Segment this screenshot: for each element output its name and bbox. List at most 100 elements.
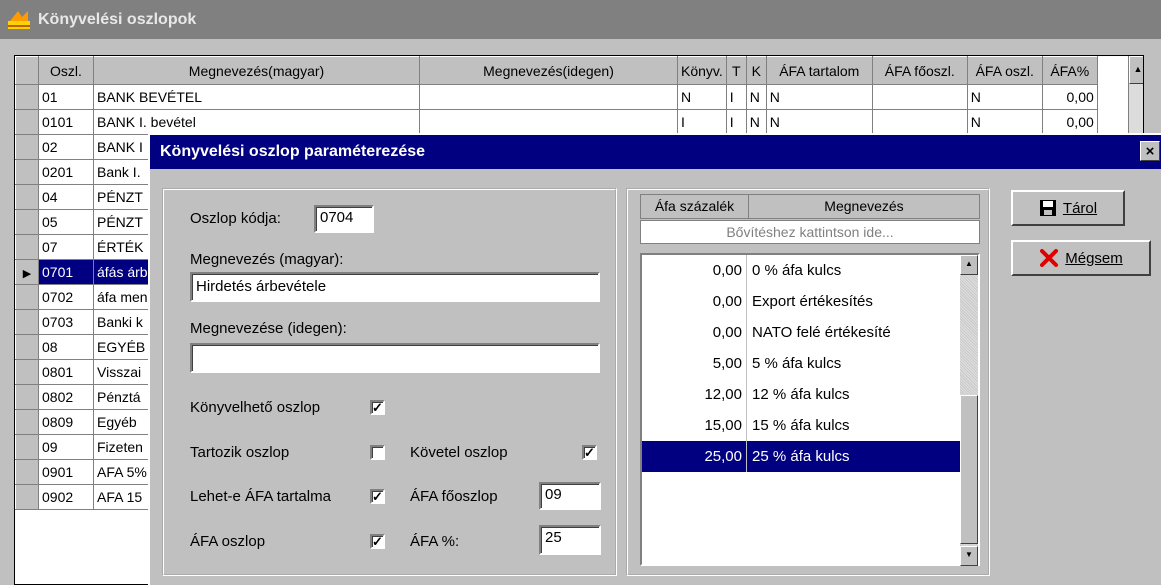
cell-code[interactable]: 0801 — [38, 359, 94, 385]
row-indicator[interactable] — [15, 234, 39, 260]
grid-header-8[interactable]: ÁFA oszl. — [966, 56, 1043, 85]
cell-code[interactable]: 05 — [38, 209, 94, 235]
cell-code[interactable]: 0101 — [38, 109, 94, 135]
row-indicator[interactable] — [15, 309, 39, 335]
row-indicator[interactable] — [15, 184, 39, 210]
cell-afa-tart[interactable]: N — [765, 84, 873, 110]
row-indicator[interactable] — [15, 209, 39, 235]
grid-header-5[interactable]: K — [745, 56, 767, 85]
tartozik-checkbox[interactable] — [370, 445, 385, 460]
megnevezes-idegen-input[interactable] — [190, 343, 600, 373]
afa-list-item[interactable]: 0,00 Export értékesítés — [642, 286, 960, 317]
cell-code[interactable]: 02 — [38, 134, 94, 160]
cell-code[interactable]: 01 — [38, 84, 94, 110]
row-indicator[interactable] — [15, 334, 39, 360]
konyvelheto-checkbox[interactable]: ✓ — [370, 400, 385, 415]
cell-t[interactable]: I — [725, 84, 747, 110]
oszlop-kodja-input[interactable]: 0704 — [314, 205, 374, 233]
kovetel-checkbox[interactable]: ✓ — [582, 445, 597, 460]
cell-code[interactable]: 0809 — [38, 409, 94, 435]
cell-idegen[interactable] — [419, 84, 678, 110]
dialog-close-button[interactable]: × — [1140, 141, 1160, 161]
cell-code[interactable]: 0901 — [38, 459, 94, 485]
cell-code[interactable]: 09 — [38, 434, 94, 460]
table-row[interactable]: 01 BANK BEVÉTEL N I N N N 0,00 — [15, 84, 1098, 110]
cell-afa-pct[interactable]: 0,00 — [1041, 109, 1098, 135]
cell-k[interactable]: N — [745, 109, 767, 135]
afa-list-scrollbar[interactable]: ▲ ▼ — [960, 255, 978, 566]
cell-afa-fo[interactable] — [871, 109, 968, 135]
grid-header-3[interactable]: Könyv. — [677, 56, 727, 85]
lehet-afa-checkbox[interactable]: ✓ — [370, 489, 385, 504]
afa-rates-list[interactable]: 0,00 0 % áfa kulcs 0,00 Export értékesítés 0… — [640, 253, 980, 566]
row-indicator[interactable] — [15, 134, 39, 160]
row-indicator[interactable] — [15, 359, 39, 385]
save-button[interactable]: Tárol — [1011, 190, 1125, 226]
cancel-button-label: Mégsem — [1065, 249, 1123, 267]
cell-code[interactable]: 0701 — [38, 259, 94, 285]
cell-afa-tart[interactable]: N — [765, 109, 873, 135]
row-indicator[interactable] — [15, 484, 39, 510]
dialog-title-bar[interactable]: Könyvelési oszlop paraméterezése — [150, 135, 1161, 169]
cell-afa-oszl[interactable]: N — [966, 84, 1043, 110]
afa-fooszlop-input[interactable]: 09 — [539, 482, 601, 510]
afa-item-divider — [746, 286, 747, 317]
cell-afa-pct[interactable]: 0,00 — [1041, 84, 1098, 110]
grid-header-0[interactable]: Oszl. — [38, 56, 94, 85]
cell-konyv[interactable]: N — [677, 84, 727, 110]
cancel-button[interactable]: Mégsem — [1011, 240, 1151, 276]
cell-name[interactable]: BANK BEVÉTEL — [93, 84, 420, 110]
row-indicator[interactable] — [15, 109, 39, 135]
afa-list-item[interactable]: 25,00 25 % áfa kulcs — [642, 441, 960, 472]
grid-header-9[interactable]: ÁFA% — [1041, 56, 1098, 85]
afa-header-name[interactable]: Megnevezés — [749, 195, 979, 218]
row-indicator[interactable] — [15, 459, 39, 485]
row-indicator[interactable] — [15, 409, 39, 435]
row-indicator[interactable] — [15, 384, 39, 410]
row-indicator[interactable] — [15, 434, 39, 460]
afa-pct-input[interactable]: 25 — [539, 525, 601, 555]
afa-expand-hint[interactable]: Bővítéshez kattintson ide... — [640, 220, 980, 244]
oszlop-kodja-label: Oszlop kódja: — [190, 210, 281, 227]
afa-item-name: 5 % áfa kulcs — [752, 355, 842, 372]
table-row[interactable]: 0101 BANK I. bevétel I I N N N 0,00 — [15, 109, 1098, 135]
cell-code[interactable]: 04 — [38, 184, 94, 210]
grid-header-6[interactable]: ÁFA tartalom — [765, 56, 873, 85]
cell-code[interactable]: 0702 — [38, 284, 94, 310]
cell-konyv[interactable]: I — [677, 109, 727, 135]
grid-header-7[interactable]: ÁFA főoszl. — [871, 56, 968, 85]
cell-k[interactable]: N — [745, 84, 767, 110]
cell-code[interactable]: 0703 — [38, 309, 94, 335]
row-indicator[interactable] — [15, 84, 39, 110]
afa-scroll-thumb[interactable] — [960, 395, 978, 544]
scroll-up-arrow-icon[interactable]: ▲ — [1129, 56, 1143, 84]
konyvelheto-label: Könyvelhető oszlop — [190, 399, 321, 416]
cell-afa-oszl[interactable]: N — [966, 109, 1043, 135]
afa-list-item[interactable]: 12,00 12 % áfa kulcs — [642, 379, 960, 410]
row-indicator[interactable] — [15, 284, 39, 310]
cell-t[interactable]: I — [725, 109, 747, 135]
cell-afa-fo[interactable] — [871, 84, 968, 110]
afa-list-item[interactable]: 0,00 0 % áfa kulcs — [642, 255, 960, 286]
megnevezes-magyar-input[interactable]: Hirdetés árbevétele — [190, 272, 600, 302]
afa-scroll-down-icon[interactable]: ▼ — [960, 546, 978, 566]
grid-header-2[interactable]: Megnevezés(idegen) — [419, 56, 678, 85]
afa-scroll-up-icon[interactable]: ▲ — [960, 255, 978, 275]
grid-header-4[interactable]: T — [725, 56, 747, 85]
afa-list-item[interactable]: 5,00 5 % áfa kulcs — [642, 348, 960, 379]
afa-list-item[interactable]: 15,00 15 % áfa kulcs — [642, 410, 960, 441]
afa-header-pct[interactable]: Áfa százalék — [641, 195, 749, 218]
afa-oszlop-checkbox[interactable]: ✓ — [370, 534, 385, 549]
afa-fooszlop-label: ÁFA főoszlop — [410, 488, 498, 505]
afa-list-item[interactable]: 0,00 NATO felé értékesíté — [642, 317, 960, 348]
row-pointer-icon[interactable]: ▶ — [15, 259, 39, 285]
cell-code[interactable]: 07 — [38, 234, 94, 260]
cell-code[interactable]: 0902 — [38, 484, 94, 510]
row-indicator[interactable] — [15, 159, 39, 185]
cell-code[interactable]: 0802 — [38, 384, 94, 410]
grid-header-1[interactable]: Megnevezés(magyar) — [93, 56, 420, 85]
cell-code[interactable]: 0201 — [38, 159, 94, 185]
cell-name[interactable]: BANK I. bevétel — [93, 109, 420, 135]
cell-code[interactable]: 08 — [38, 334, 94, 360]
cell-idegen[interactable] — [419, 109, 678, 135]
